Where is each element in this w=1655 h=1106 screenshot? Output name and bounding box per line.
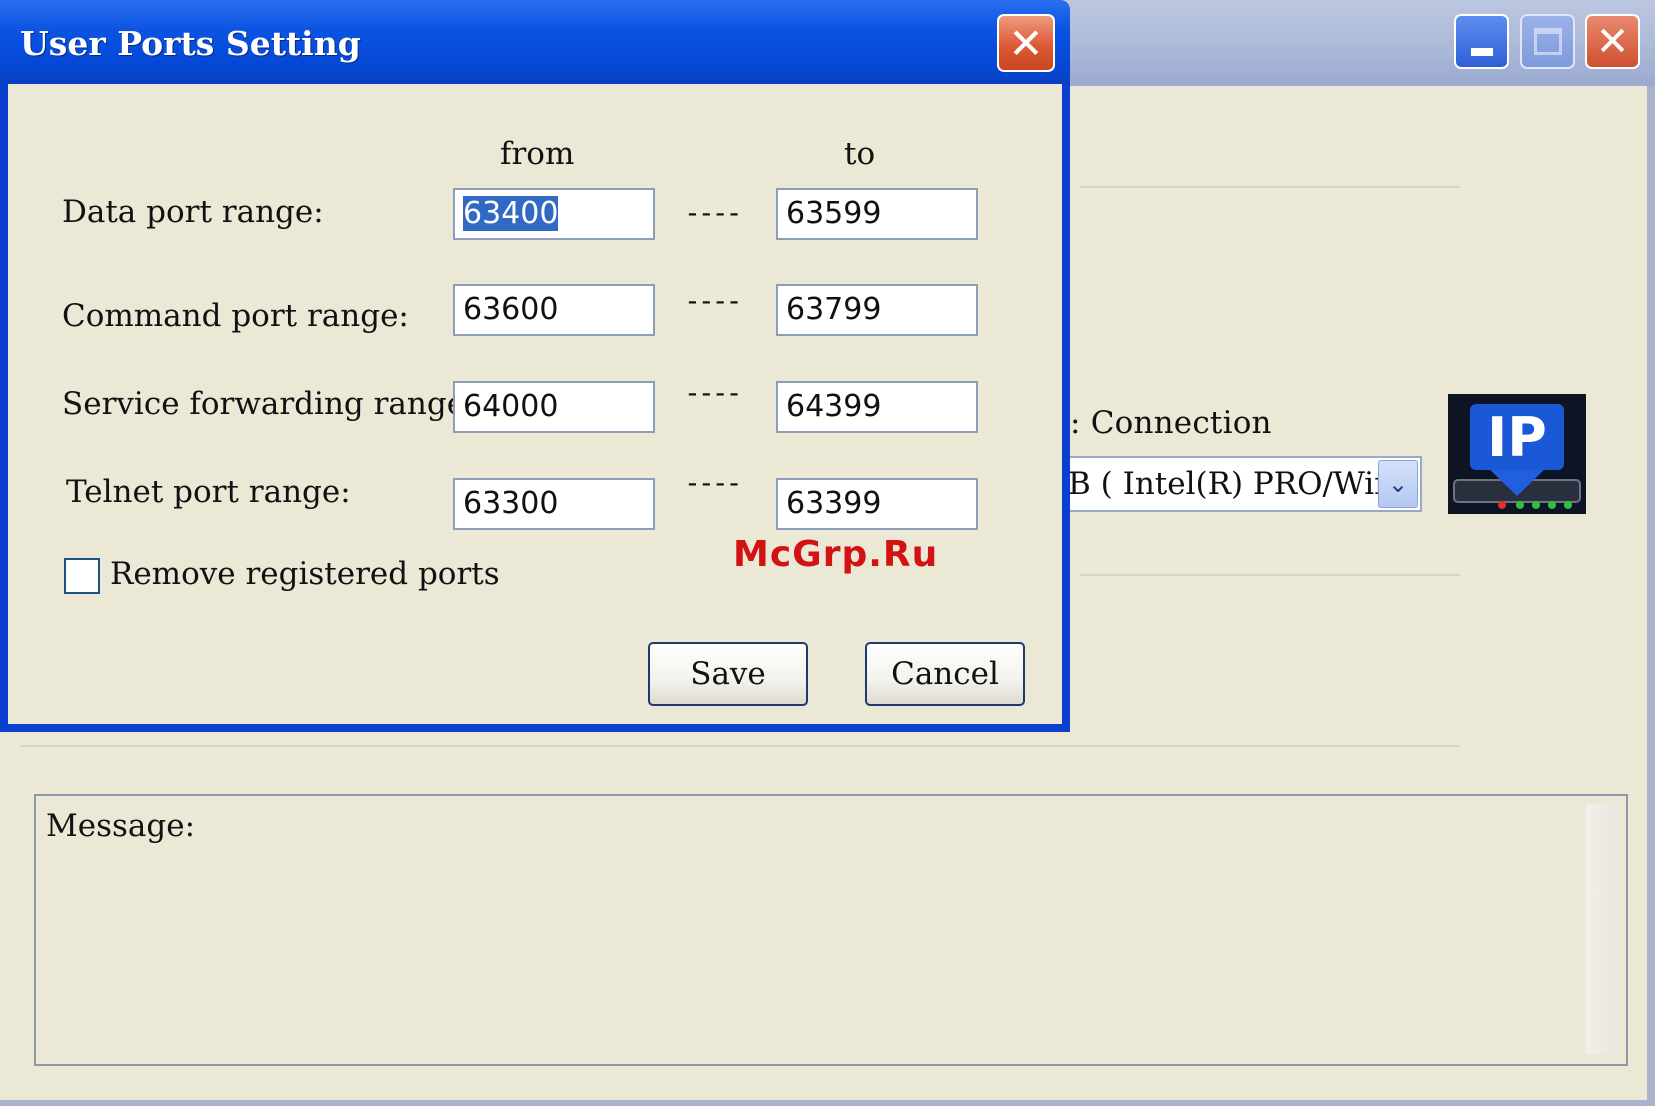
- from-header: from: [500, 136, 575, 172]
- dialog-body: from to Data port range: 63400 ---- 6359…: [8, 84, 1062, 724]
- user-ports-dialog: User Ports Setting ✕ from to Data port r…: [0, 0, 1070, 732]
- cancel-button[interactable]: Cancel: [865, 642, 1025, 706]
- range-separator: ----: [684, 376, 742, 409]
- telnet-port-range-label: Telnet port range:: [66, 474, 351, 510]
- maximize-icon: [1533, 28, 1562, 55]
- data-port-from-input[interactable]: 63400: [453, 188, 655, 240]
- window-frame: [0, 1100, 1655, 1106]
- message-scrollbar[interactable]: [1586, 804, 1620, 1054]
- dialog-close-button[interactable]: ✕: [997, 14, 1055, 72]
- range-separator: ----: [684, 284, 742, 317]
- minimize-icon: [1470, 47, 1493, 56]
- dialog-title: User Ports Setting: [20, 24, 361, 63]
- watermark: McGrp.Ru: [733, 534, 939, 575]
- data-port-range-label: Data port range:: [62, 194, 324, 230]
- ip-logo-text: IP: [1487, 406, 1547, 469]
- minimize-button[interactable]: [1454, 14, 1509, 69]
- window-frame: [1647, 86, 1655, 1106]
- telnet-port-to-input[interactable]: 63399: [776, 478, 978, 530]
- maximize-button[interactable]: [1520, 14, 1575, 69]
- data-port-to-input[interactable]: 63599: [776, 188, 978, 240]
- to-header: to: [844, 136, 876, 172]
- dialog-titlebar[interactable]: User Ports Setting ✕: [0, 0, 1070, 84]
- range-separator: ----: [684, 196, 742, 229]
- close-icon: ✕: [1595, 18, 1630, 65]
- connection-select-value: B ( Intel(R) PRO/Win: [1068, 466, 1395, 502]
- group-separator: [1080, 574, 1460, 576]
- ip-logo-icon: IP: [1448, 394, 1586, 514]
- remove-registered-ports-label[interactable]: Remove registered ports: [110, 556, 500, 592]
- service-forwarding-to-input[interactable]: 64399: [776, 381, 978, 433]
- group-separator: [1080, 186, 1460, 188]
- command-port-from-input[interactable]: 63600: [453, 284, 655, 336]
- message-box[interactable]: Message:: [34, 794, 1628, 1066]
- main-close-button[interactable]: ✕: [1585, 14, 1640, 69]
- connection-label: : Connection: [1070, 405, 1272, 441]
- save-button[interactable]: Save: [648, 642, 808, 706]
- command-port-range-label: Command port range:: [62, 298, 409, 334]
- command-port-to-input[interactable]: 63799: [776, 284, 978, 336]
- message-label: Message:: [46, 808, 196, 844]
- close-icon: ✕: [1008, 18, 1044, 68]
- divider: [20, 745, 1460, 747]
- chevron-down-icon[interactable]: ⌄: [1378, 460, 1418, 508]
- range-separator: ----: [684, 466, 742, 499]
- service-forwarding-range-label: Service forwarding range:: [62, 386, 476, 422]
- telnet-port-from-input[interactable]: 63300: [453, 478, 655, 530]
- service-forwarding-from-input[interactable]: 64000: [453, 381, 655, 433]
- connection-select[interactable]: B ( Intel(R) PRO/Win ⌄: [1060, 456, 1422, 512]
- data-port-from-value: 63400: [463, 196, 559, 231]
- remove-registered-ports-checkbox[interactable]: [64, 558, 100, 594]
